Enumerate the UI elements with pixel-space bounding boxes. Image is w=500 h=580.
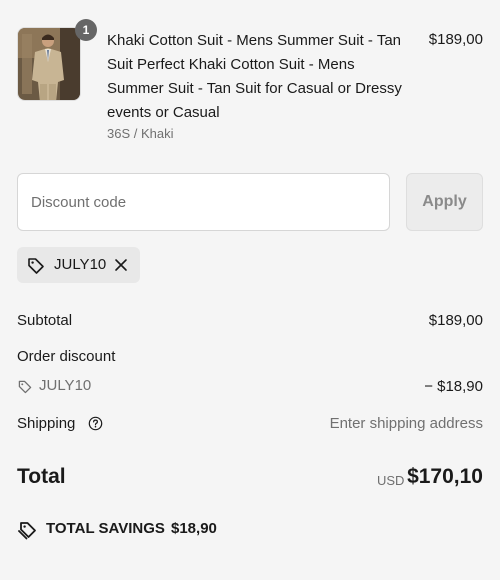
discount-code-text: JULY10 [39, 377, 92, 394]
tag-icon [26, 256, 46, 281]
applied-discount-chip: JULY10 [17, 247, 140, 283]
discount-value: − $18,90 [424, 378, 483, 395]
quantity-badge: 1 [75, 19, 97, 41]
subtotal-value: $189,00 [428, 312, 483, 329]
product-price: $189,00 [428, 31, 483, 48]
line-item: 1 Khaki Cotton Suit - Mens Summer Suit -… [17, 19, 483, 147]
close-icon[interactable] [114, 258, 128, 277]
tag-icon [17, 520, 37, 545]
shipping-value: Enter shipping address [329, 415, 483, 432]
order-summary: 1 Khaki Cotton Suit - Mens Summer Suit -… [0, 0, 500, 580]
product-variant: 36S / Khaki [107, 126, 174, 141]
discount-code-input[interactable] [17, 173, 390, 231]
help-icon[interactable] [88, 416, 103, 436]
currency-code: USD [377, 473, 405, 488]
total-savings-value: $18,90 [171, 520, 217, 537]
total-value: $170,10 [407, 465, 483, 488]
apply-button[interactable]: Apply [406, 173, 483, 231]
subtotal-label: Subtotal [17, 312, 73, 329]
tag-icon [17, 379, 33, 400]
shipping-label: Shipping [17, 415, 76, 432]
product-image [17, 27, 81, 101]
order-discount-label: Order discount [17, 348, 116, 365]
total-label: Total [17, 465, 66, 488]
total-savings-label: TOTAL SAVINGS [46, 520, 165, 537]
product-title: Khaki Cotton Suit - Mens Summer Suit - T… [107, 32, 402, 121]
applied-discount-code: JULY10 [54, 256, 107, 273]
